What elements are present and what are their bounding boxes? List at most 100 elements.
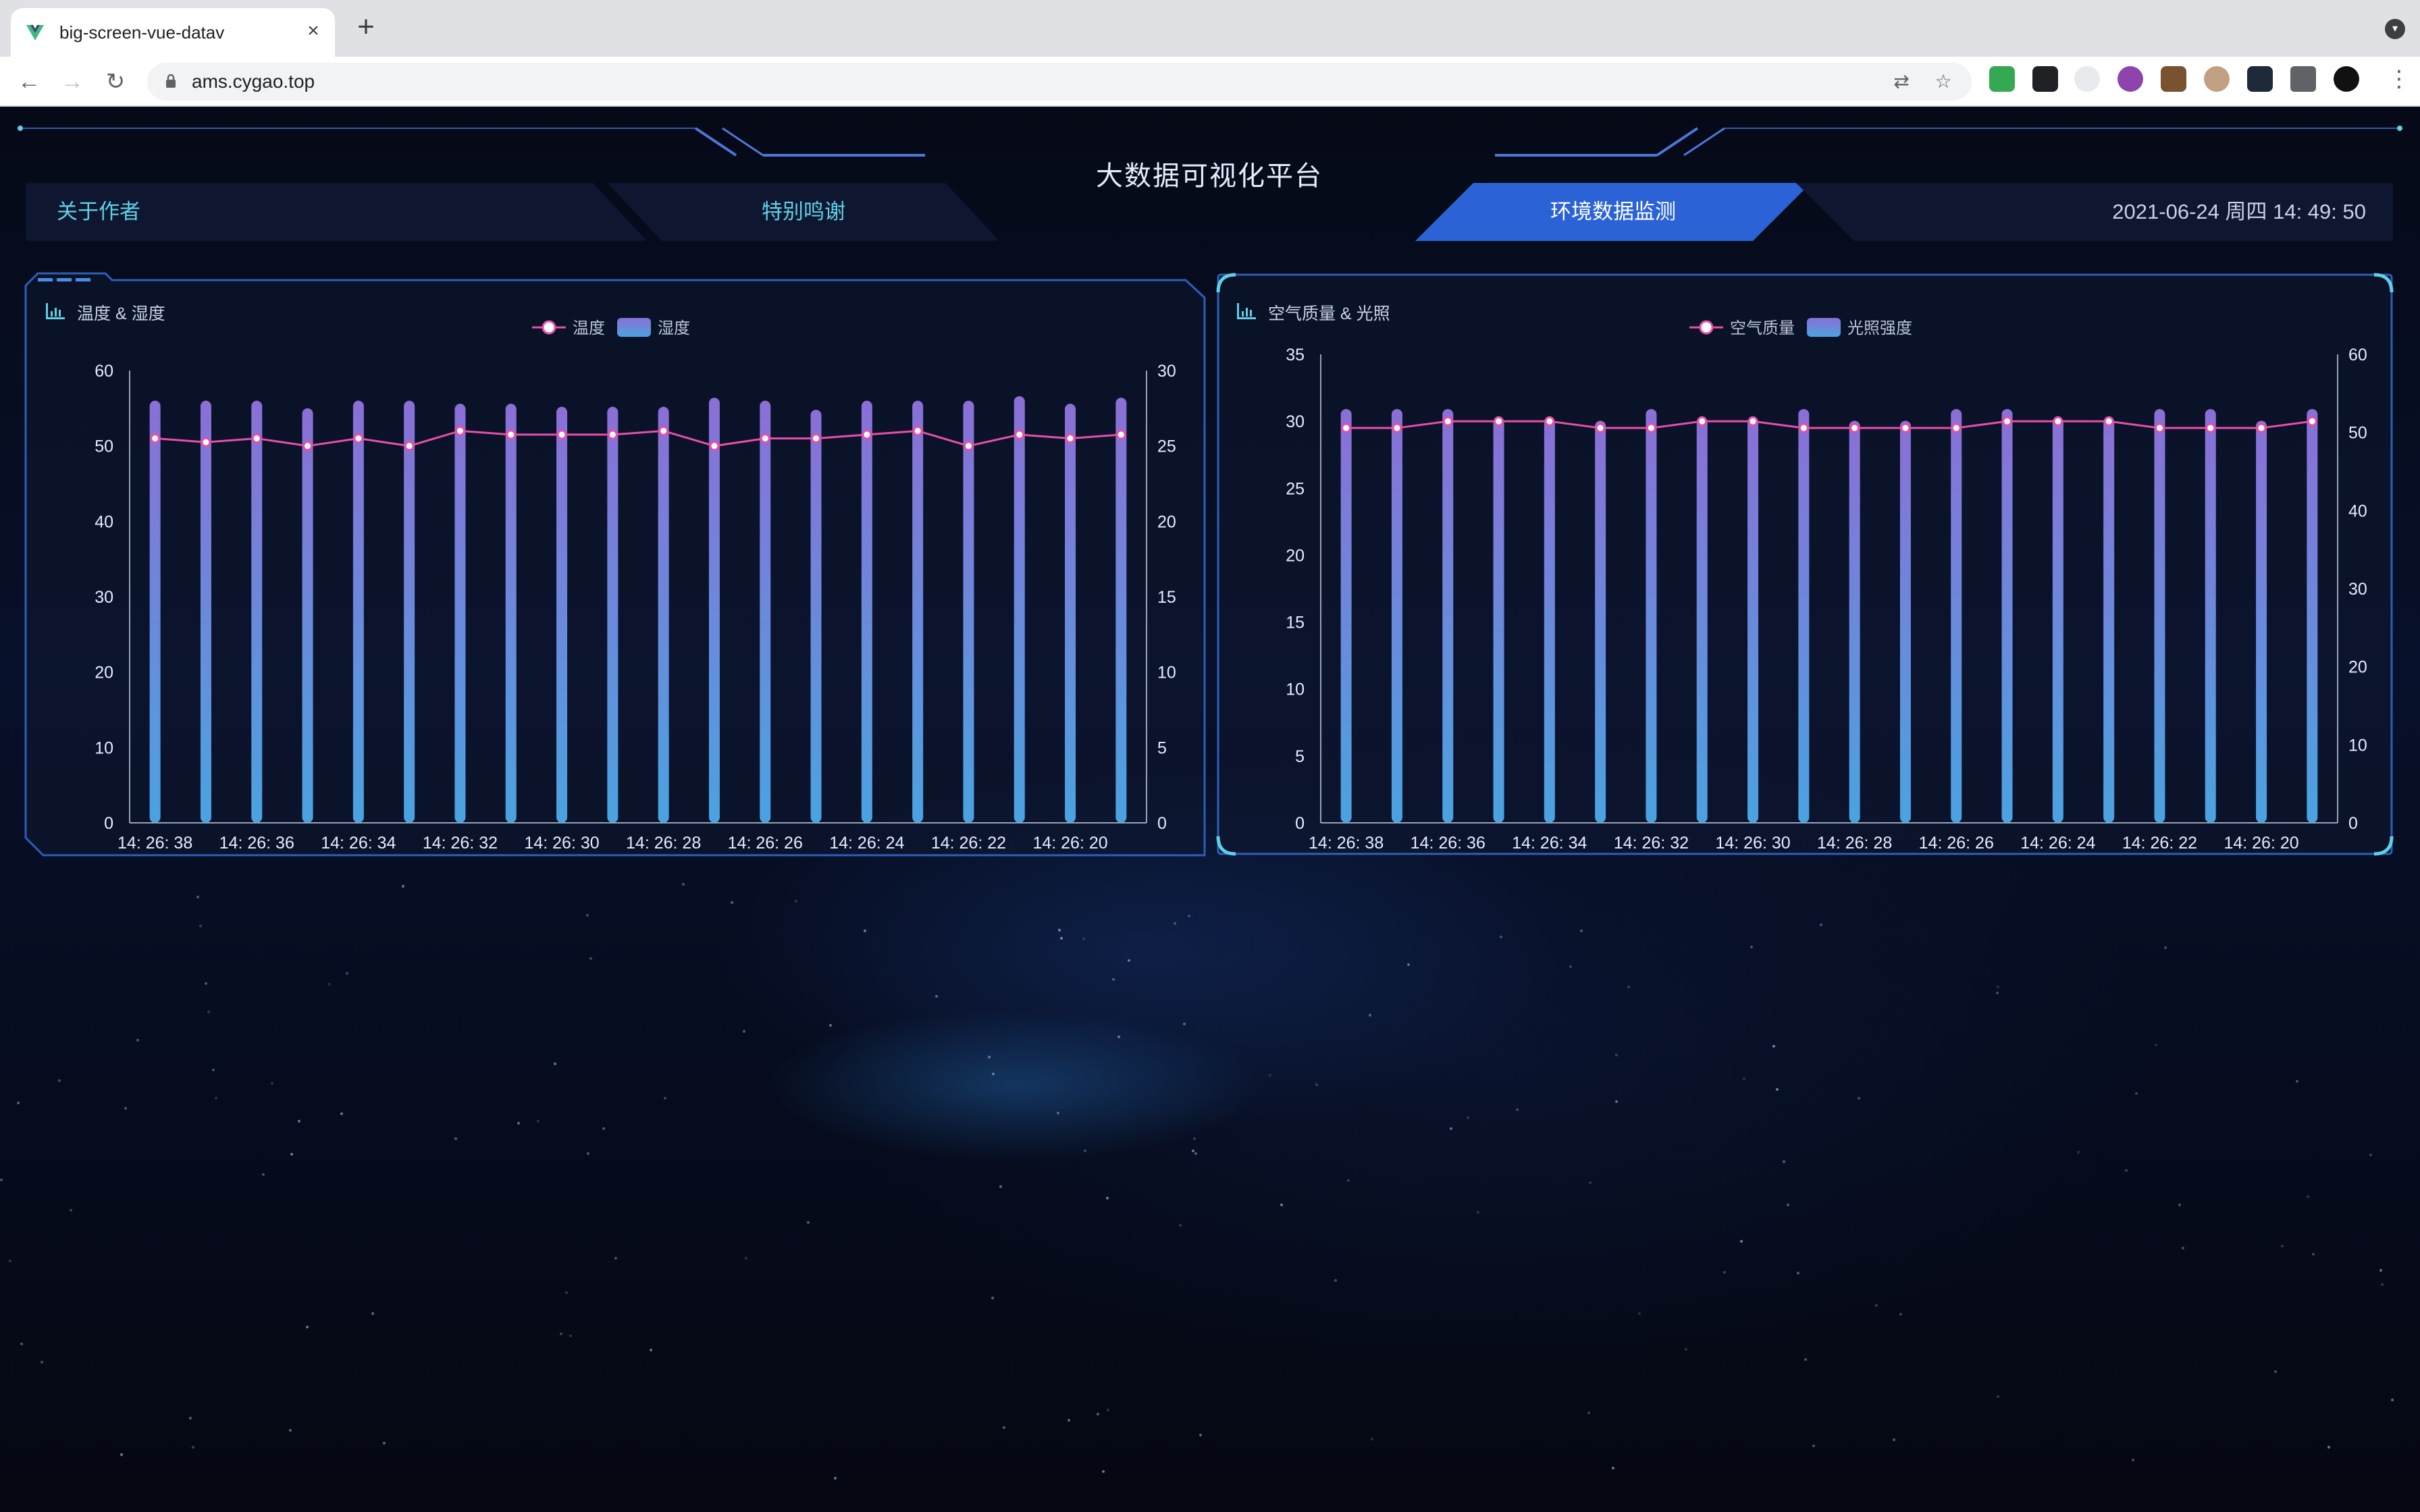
tab-strip: big-screen-vue-datav × + ▾	[0, 0, 2420, 57]
bookmark-star-icon[interactable]: ☆	[1932, 71, 1954, 92]
forward-button[interactable]: →	[57, 66, 88, 97]
back-button[interactable]: ←	[14, 66, 45, 97]
star-dot	[1995, 991, 1999, 994]
line-point	[2053, 416, 2063, 427]
bar	[1951, 408, 1962, 823]
star-dot	[1804, 1358, 1808, 1361]
line-series	[155, 429, 1122, 448]
line-point	[912, 425, 923, 436]
y-tick-label-left: 25	[1286, 479, 1305, 498]
extensions-puzzle-icon[interactable]	[2290, 66, 2316, 92]
star-dot	[2132, 1459, 2135, 1462]
profile-avatar[interactable]	[2334, 66, 2359, 92]
line-point	[1442, 416, 1453, 427]
star-dot	[1782, 1160, 1785, 1163]
y-tick-label-left: 50	[95, 437, 113, 456]
legend-line-dot	[1699, 320, 1714, 335]
star-dot	[402, 884, 405, 888]
line-point	[1798, 423, 1809, 433]
close-tab-icon[interactable]: ×	[302, 20, 324, 42]
star-dot	[1370, 1438, 1373, 1441]
line-point	[2002, 416, 2013, 427]
x-tick-label: 14: 26: 24	[2020, 834, 2095, 853]
browser-menu-icon[interactable]: ⋮	[2388, 66, 2411, 92]
line-point	[201, 437, 211, 448]
bar	[404, 400, 415, 823]
dashboard-page: 大数据可视化平台 关于作者 特别鸣谢 环境数据监测 2021-06-24 周四 …	[0, 107, 2420, 1512]
line-point	[658, 425, 669, 436]
star-dot	[1858, 1096, 1861, 1100]
x-tick-label: 14: 26: 20	[2224, 834, 2298, 853]
bar	[2154, 408, 2165, 823]
star-dot	[1097, 1413, 1100, 1416]
x-tick-label: 14: 26: 32	[1614, 834, 1689, 853]
line-point	[1065, 433, 1076, 443]
extension-purple-icon[interactable]	[2118, 66, 2143, 92]
x-tick-label: 14: 26: 36	[1411, 834, 1485, 853]
legend-label-bar: 光照强度	[1847, 319, 1912, 338]
translate-icon[interactable]: ⇄	[1891, 71, 1912, 92]
extension-grid-icon[interactable]	[2032, 66, 2058, 92]
star-dot	[1796, 1272, 1799, 1275]
extension-a-icon[interactable]	[2074, 66, 2100, 92]
star-dot	[1820, 923, 1823, 926]
tab-title: big-screen-vue-datav	[59, 22, 225, 43]
star-dot	[1193, 1137, 1196, 1141]
star-dot	[1587, 1411, 1590, 1414]
tab-search-icon[interactable]: ▾	[2385, 19, 2405, 39]
star-dot	[2178, 1204, 2181, 1207]
line-point	[1392, 423, 1402, 433]
line-point	[454, 425, 465, 436]
star-dot	[1315, 1083, 1318, 1087]
star-dot	[1612, 1466, 1615, 1469]
x-tick-label: 14: 26: 26	[1919, 834, 1994, 853]
star-dot	[305, 1325, 309, 1328]
x-tick-label: 14: 26: 22	[2122, 834, 2197, 853]
star-dot	[1899, 1313, 1903, 1316]
bar	[505, 404, 517, 823]
extension-terminal-icon[interactable]	[2247, 66, 2273, 92]
star-dot	[1449, 1127, 1452, 1130]
legend-bar-marker	[617, 318, 651, 337]
y-tick-label-right: 50	[2348, 424, 2367, 443]
line-point	[150, 433, 161, 443]
nav-env-monitoring[interactable]: 环境数据监测	[1415, 183, 1811, 241]
bar	[2256, 421, 2267, 823]
url-text: ams.cygao.top	[192, 71, 315, 92]
bar	[861, 400, 872, 823]
extension-brown-icon[interactable]	[2161, 66, 2186, 92]
new-tab-button[interactable]: +	[352, 12, 379, 42]
star-dot	[1107, 1409, 1110, 1412]
bar	[251, 400, 263, 823]
star-dot	[1500, 935, 1503, 938]
star-dot	[2135, 1092, 2138, 1096]
extension-face-icon[interactable]	[2204, 66, 2230, 92]
line-point	[506, 429, 517, 440]
star-dot	[1740, 1240, 1743, 1243]
star-dot	[1638, 1312, 1641, 1316]
nav-about-author[interactable]: 关于作者	[26, 183, 647, 241]
browser-tab[interactable]: big-screen-vue-datav ×	[11, 8, 335, 57]
star-dot	[271, 1082, 274, 1085]
star-dot	[1467, 1116, 1470, 1119]
reload-button[interactable]: ↻	[100, 66, 131, 97]
bar	[1442, 408, 1454, 823]
star-dot	[262, 1173, 265, 1177]
y-tick-label-right: 10	[1157, 664, 1176, 682]
address-bar[interactable]: ams.cygao.top ⇄ ☆	[147, 63, 1972, 101]
x-tick-label: 14: 26: 24	[829, 834, 904, 853]
extension-shield-icon[interactable]	[1989, 66, 2015, 92]
line-point	[811, 433, 822, 443]
y-tick-label-right: 10	[2348, 736, 2367, 755]
line-point	[1494, 416, 1504, 427]
star-dot	[1627, 985, 1630, 988]
star-dot	[1178, 1223, 1182, 1226]
bar	[810, 410, 822, 823]
bar	[200, 400, 211, 823]
star-dot	[2391, 1398, 2394, 1401]
bar	[2103, 416, 2115, 823]
star-dot	[0, 1179, 3, 1182]
legend-label-line: 温度	[573, 319, 605, 338]
star-dot	[1742, 1077, 1745, 1080]
nav-special-thanks[interactable]: 特别鸣谢	[608, 183, 999, 241]
